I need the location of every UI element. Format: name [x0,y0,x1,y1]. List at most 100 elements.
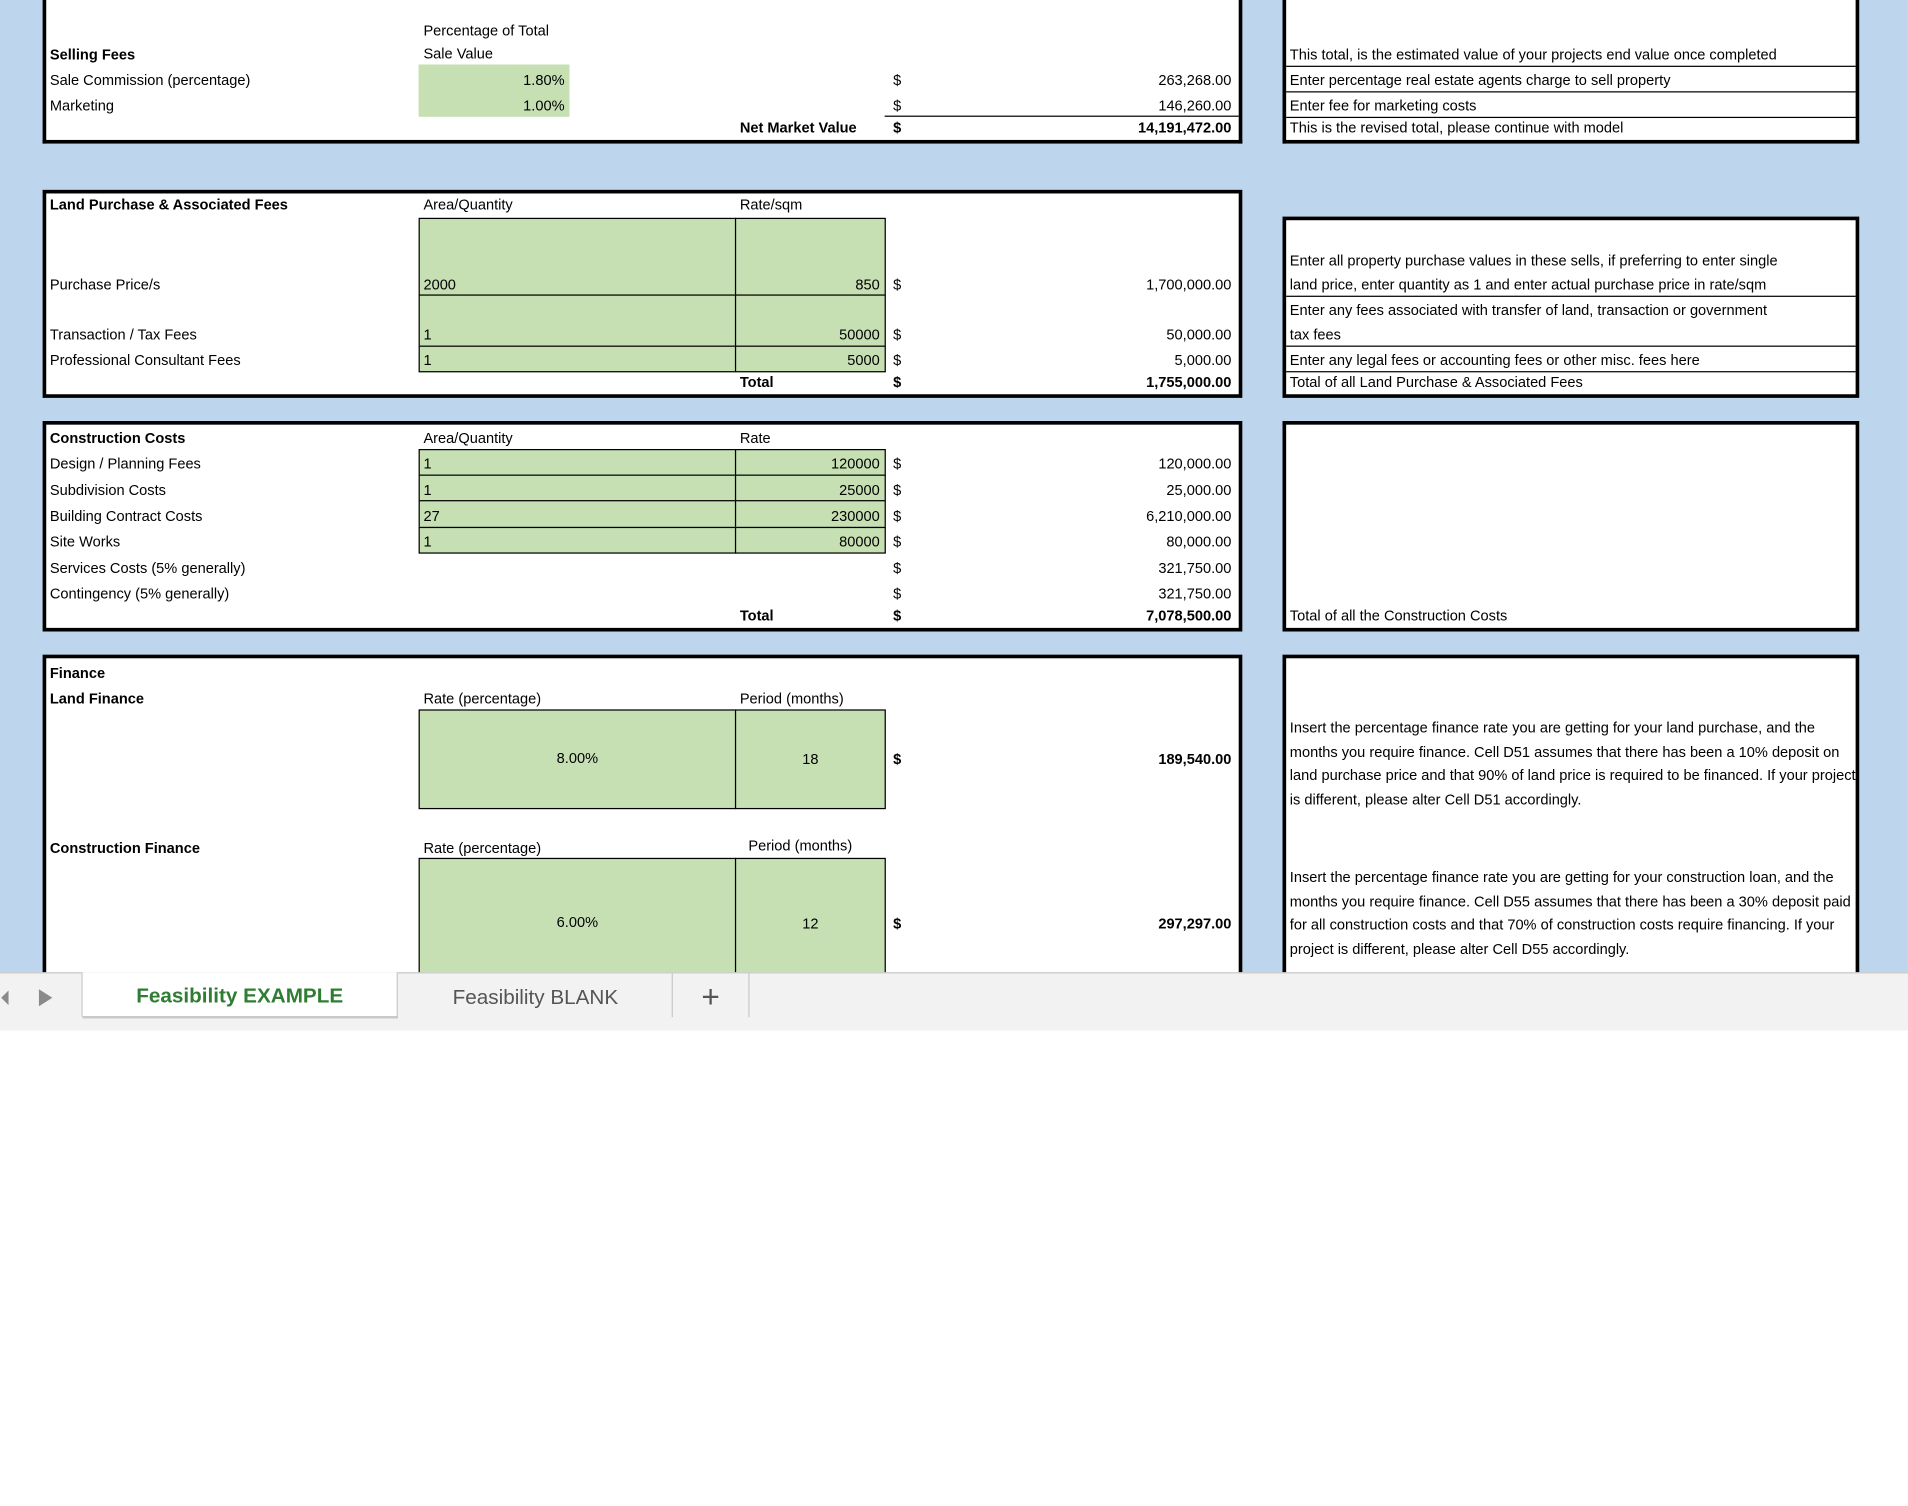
purchase-qty-input[interactable]: 2000 [423,275,455,294]
construction-finance-period-input[interactable]: 12 [735,914,886,933]
construction-amount: 80,000.00 [1166,532,1232,550]
construction-finance-rate-header: Rate (percentage) [423,839,542,857]
currency-symbol: $ [893,373,902,391]
land-finance-note: Insert the percentage finance rate you a… [1289,719,1856,809]
construction-qty-input-cell[interactable] [418,500,737,529]
plus-icon: + [701,978,720,1015]
land-amount: 1,700,000.00 [1146,276,1232,294]
finance-title: Finance [49,664,106,682]
land-finance-rate-input[interactable]: 8.00% [419,748,737,767]
purchase-note: Enter all property purchase values in th… [1289,251,1778,269]
construction-finance-rate-input[interactable]: 6.00% [419,913,737,932]
selling-pct-header-2: Sale Value [423,45,493,63]
construction-notes-panel [1282,421,1860,632]
land-qty-input-cell[interactable] [418,345,737,373]
note-divider [1286,65,1856,67]
land-qty-input-cell[interactable] [418,217,737,296]
construction-qty-input-cell[interactable] [418,526,737,554]
selling-amount: 263,268.00 [1158,71,1232,89]
site-works-qty-input[interactable]: 1 [423,532,431,551]
professional-rate-input[interactable]: 5000 [740,350,879,369]
land-row-label: Purchase Price/s [49,276,161,294]
site-works-rate-input[interactable]: 80000 [740,532,880,551]
construction-qty-input-cell[interactable] [418,474,737,502]
land-finance-period-header: Period (months) [739,689,844,707]
note-divider [1286,345,1856,347]
land-total-label: Total [739,373,774,391]
currency-symbol: $ [893,585,902,603]
construction-finance-note: Insert the percentage finance rate you a… [1289,868,1851,958]
professional-note: Enter any legal fees or accounting fees … [1289,351,1700,369]
land-finance-period-input[interactable]: 18 [735,750,886,769]
transaction-note: Enter any fees associated with transfer … [1289,301,1768,319]
currency-symbol: $ [893,507,902,525]
tab-label: Feasibility BLANK [452,985,619,1009]
scroll-left-icon[interactable] [0,983,10,1012]
design-rate-input[interactable]: 120000 [740,454,880,473]
selling-fees-title: Selling Fees [49,46,136,64]
net-market-value-amount: 14,191,472.00 [1138,119,1232,137]
land-amount: 5,000.00 [1174,351,1232,369]
construction-qty-input-cell[interactable] [418,448,737,476]
purchase-rate-input[interactable]: 850 [740,275,879,294]
transaction-rate-input[interactable]: 50000 [740,325,880,344]
construction-row-label: Site Works [49,532,121,550]
land-finance-rate-header: Rate (percentage) [423,689,542,707]
construction-amount: 321,750.00 [1158,585,1232,603]
construction-total-note: Total of all the Construction Costs [1289,607,1508,625]
tab-label: Feasibility EXAMPLE [136,984,344,1008]
land-qty-input-cell[interactable] [418,294,737,347]
construction-total-label: Total [739,607,774,625]
currency-symbol: $ [893,750,902,768]
construction-finance-label: Construction Finance [49,839,200,857]
currency-symbol: $ [893,607,902,625]
tab-feasibility-blank[interactable]: Feasibility BLANK [399,973,672,1017]
currency-symbol: $ [893,559,902,577]
net-market-value-note: This is the revised total, please contin… [1289,119,1624,137]
add-sheet-button[interactable]: + [673,973,748,1017]
sale-commission-pct-input[interactable]: 1.80% [419,71,564,90]
land-row-label: Professional Consultant Fees [49,351,241,369]
currency-symbol: $ [893,326,902,344]
construction-amount: 120,000.00 [1158,455,1232,473]
currency-symbol: $ [893,351,902,369]
currency-symbol: $ [893,276,902,294]
marketing-pct-input[interactable]: 1.00% [419,96,564,115]
construction-amount: 321,750.00 [1158,559,1232,577]
currency-symbol: $ [893,97,902,115]
sale-commission-note: Enter percentage real estate agents char… [1289,71,1671,89]
building-qty-input[interactable]: 27 [423,506,439,525]
construction-rate-header: Rate [739,429,771,447]
land-total-note: Total of all Land Purchase & Associated … [1289,373,1583,391]
construction-costs-title: Construction Costs [49,429,186,447]
purchase-note: land price, enter quantity as 1 and ente… [1289,276,1767,294]
total-rule [884,115,1239,117]
building-rate-input[interactable]: 230000 [740,506,880,525]
transaction-qty-input[interactable]: 1 [423,325,431,344]
currency-symbol: $ [893,119,902,137]
design-qty-input[interactable]: 1 [423,454,431,473]
land-total-amount: 1,755,000.00 [1146,373,1232,391]
transaction-note: tax fees [1289,326,1341,344]
construction-qty-header: Area/Quantity [423,429,513,447]
construction-amount: 25,000.00 [1166,481,1232,499]
construction-row-label: Design / Planning Fees [49,455,201,473]
subdivision-qty-input[interactable]: 1 [423,481,431,500]
note-divider [1286,295,1856,297]
currency-symbol: $ [893,532,902,550]
net-market-value-label: Net Market Value [739,119,857,137]
professional-qty-input[interactable]: 1 [423,350,431,369]
marketing-note: Enter fee for marketing costs [1289,97,1477,115]
land-finance-amount: 189,540.00 [1158,750,1232,768]
construction-row-label: Subdivision Costs [49,481,166,499]
selling-row-label: Marketing [49,97,114,115]
construction-total-amount: 7,078,500.00 [1146,607,1232,625]
tab-feasibility-example[interactable]: Feasibility EXAMPLE [82,972,398,1019]
selling-row-label: Sale Commission (percentage) [49,71,251,89]
construction-row-label: Services Costs (5% generally) [49,559,246,577]
subdivision-rate-input[interactable]: 25000 [740,481,880,500]
construction-finance-amount: 297,297.00 [1158,915,1232,933]
scroll-right-icon[interactable] [34,983,56,1012]
currency-symbol: $ [893,915,902,933]
land-row-label: Transaction / Tax Fees [49,326,197,344]
